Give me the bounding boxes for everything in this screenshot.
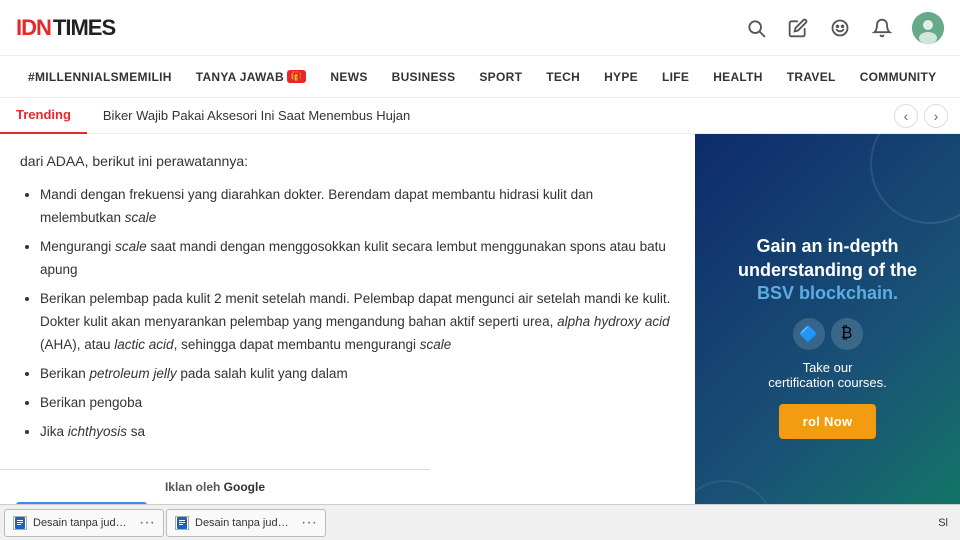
list-item: Berikan petroleum jelly pada salah kulit… [40,363,675,386]
nav-health[interactable]: HEALTH [701,56,775,98]
emoji-icon[interactable] [828,16,852,40]
nav-community[interactable]: COMMUNITY [848,56,949,98]
search-icon[interactable] [744,16,768,40]
nav-hype[interactable]: HYPE [592,56,650,98]
nav-life[interactable]: LIFE [650,56,701,98]
ad-icons: 🔷 ₿ [793,318,863,350]
article-area: dari ADAA, berikut ini perawatannya: Man… [0,134,695,540]
trending-bar: Trending Biker Wajib Pakai Aksesori Ini … [0,98,960,134]
main-content: dari ADAA, berikut ini perawatannya: Man… [0,134,960,540]
taskbar-icon-2 [175,516,189,530]
taskbar-more-1[interactable]: ··· [139,514,155,532]
article-list: Mandi dengan frekuensi yang diarahkan do… [20,184,675,443]
taskbar-more-2[interactable]: ··· [301,514,317,532]
logo-times: TIMES [53,15,115,41]
taskbar-icon-1 [13,516,27,530]
taskbar-item-1-text: Desain tanpa judul 1.png [33,517,131,529]
taskbar: Desain tanpa judul 1.png ··· Desain tanp… [0,504,960,540]
taskbar-right: Sl [930,517,956,529]
nav-tanya-jawab[interactable]: TANYA JAWAB 🎁 [184,56,319,98]
ad-cta-button[interactable]: rol Now [779,404,877,439]
article-intro: dari ADAA, berikut ini perawatannya: [20,150,675,172]
next-arrow[interactable]: › [924,104,948,128]
nav-news[interactable]: NEWS [318,56,379,98]
nav-business[interactable]: BUSINESS [380,56,468,98]
sidebar-ad: Gain an in-depthunderstanding of the BSV… [695,134,960,540]
list-item: Jika ichthyosis sa [40,421,675,444]
ad-icon-1: 🔷 [793,318,825,350]
nav-millennials[interactable]: #MILLENNIALSMEMILIH [16,56,184,98]
avatar[interactable] [912,12,944,44]
ad-headline: Gain an in-depthunderstanding of the BSV… [738,235,917,305]
nav-badge: 🎁 [287,70,307,83]
header-icons [744,12,944,44]
main-nav: #MILLENNIALSMEMILIH TANYA JAWAB 🎁 NEWS B… [0,56,960,98]
bell-icon[interactable] [870,16,894,40]
nav-regional[interactable]: REGIONAL [948,56,960,98]
ad-subtitle: Take ourcertification courses. [768,360,887,390]
taskbar-item-2[interactable]: Desain tanpa judul.png ··· [166,509,326,537]
ad-icon-2: ₿ [831,318,863,350]
trending-label: Trending [0,98,87,134]
list-item: Mandi dengan frekuensi yang diarahkan do… [40,184,675,230]
trending-arrows: ‹ › [882,104,960,128]
ad-decoration-1 [870,134,960,224]
header: IDN TIMES [0,0,960,56]
nav-tech[interactable]: TECH [534,56,592,98]
list-item: Berikan pelembap pada kulit 2 menit sete… [40,288,675,357]
logo-idn: IDN [16,15,51,41]
nav-sport[interactable]: SPORT [467,56,534,98]
list-item: Berikan pengoba [40,392,675,415]
edit-icon[interactable] [786,16,810,40]
logo[interactable]: IDN TIMES [16,15,115,41]
list-item: Mengurangi scale saat mandi dengan mengg… [40,236,675,282]
google-ad-label: Iklan oleh Google [16,480,414,494]
nav-travel[interactable]: TRAVEL [775,56,848,98]
trending-text[interactable]: Biker Wajib Pakai Aksesori Ini Saat Mene… [87,108,882,123]
taskbar-item-1[interactable]: Desain tanpa judul 1.png ··· [4,509,164,537]
taskbar-item-2-text: Desain tanpa judul.png [195,517,293,529]
prev-arrow[interactable]: ‹ [894,104,918,128]
